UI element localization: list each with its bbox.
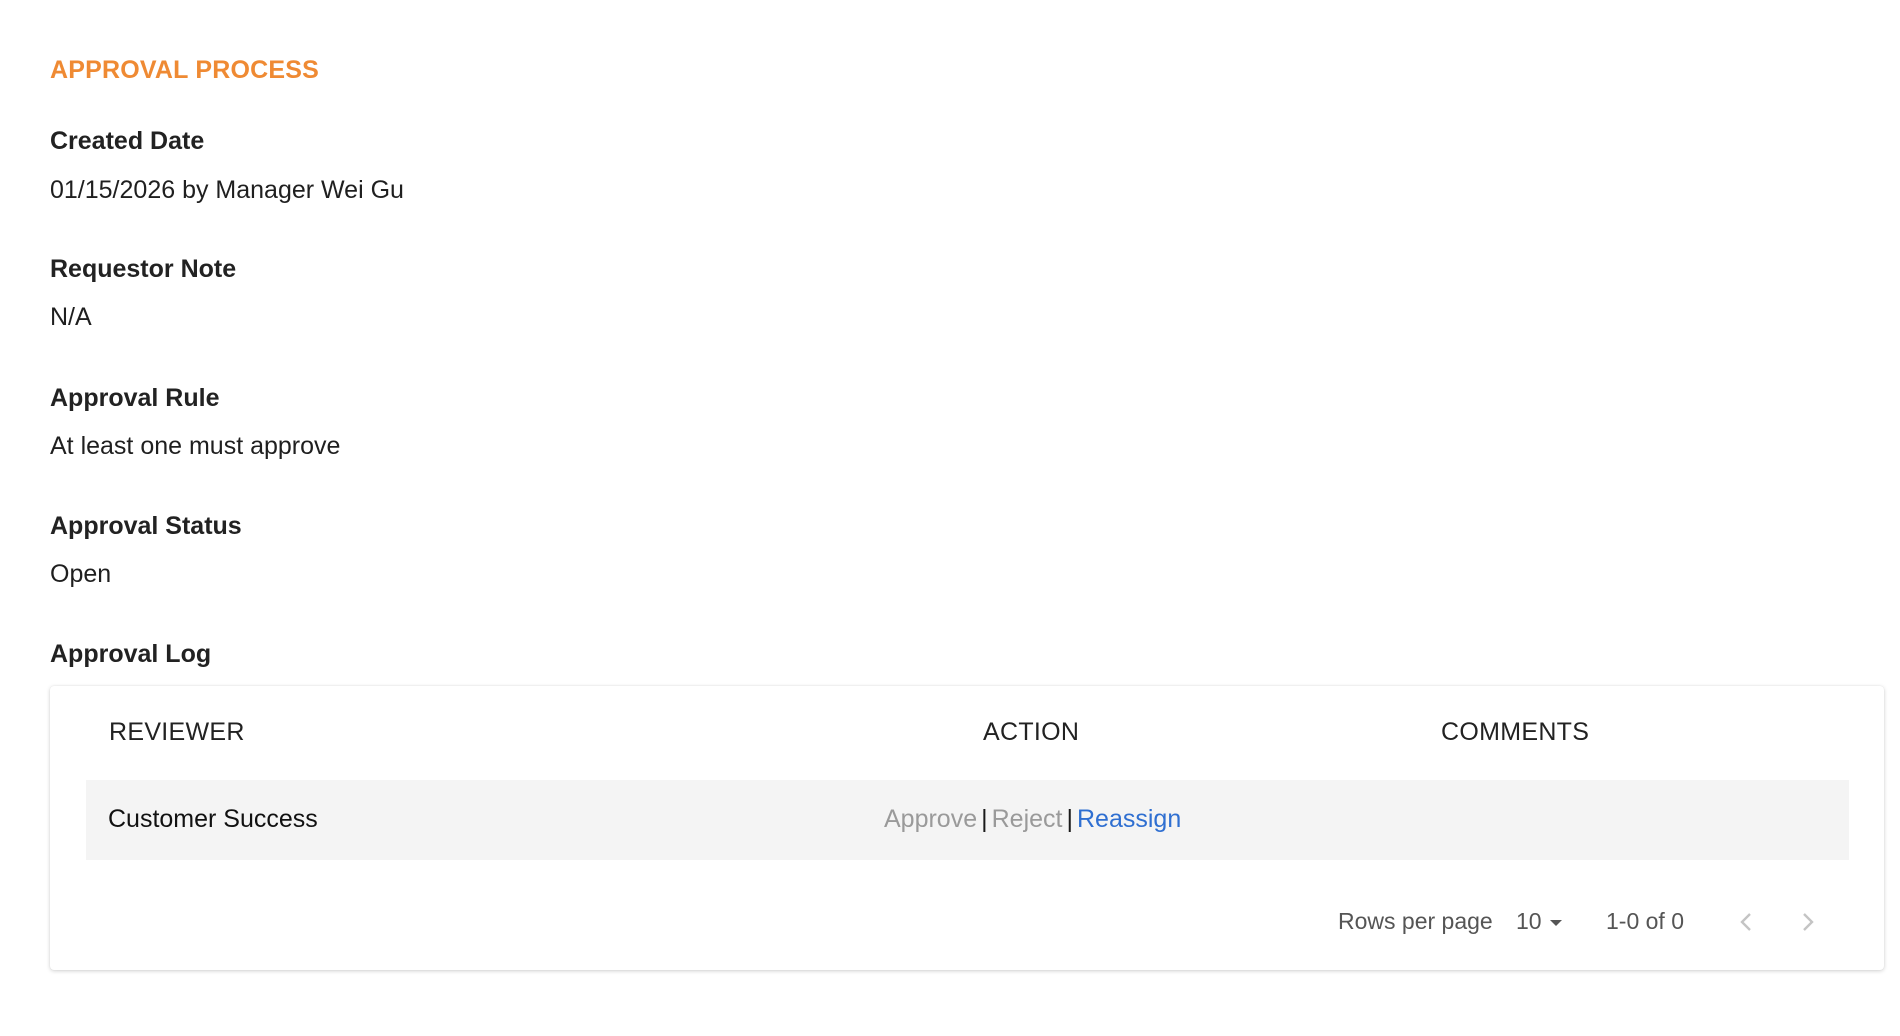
approval-log-label: Approval Log <box>50 640 212 668</box>
caret-down-icon <box>1549 919 1562 926</box>
column-header-comments: COMMENTS <box>1441 718 1590 746</box>
action-cell: Approve | Reject | Reassign <box>884 805 1181 834</box>
reviewer-cell: Customer Success <box>108 805 318 833</box>
chevron-right-icon <box>1803 913 1814 931</box>
approval-status-label: Approval Status <box>50 512 242 540</box>
approval-status-value: Open <box>50 560 112 588</box>
rows-per-page-select[interactable]: 10 <box>1516 908 1562 935</box>
reject-button[interactable]: Reject <box>992 805 1063 833</box>
column-header-reviewer: REVIEWER <box>109 718 245 746</box>
approval-rule-label: Approval Rule <box>50 384 220 412</box>
created-date-label: Created Date <box>50 127 205 155</box>
section-title: APPROVAL PROCESS <box>50 56 319 84</box>
table-row: Customer Success Approve | Reject | Reassign <box>86 780 1849 860</box>
previous-page-button[interactable] <box>1728 904 1764 940</box>
action-separator: | <box>981 805 988 833</box>
approve-button[interactable]: Approve <box>884 805 977 833</box>
rows-per-page-value: 10 <box>1516 908 1542 934</box>
reassign-link[interactable]: Reassign <box>1077 805 1181 833</box>
column-header-action: ACTION <box>983 718 1080 746</box>
approval-process-page: APPROVAL PROCESS Created Date 01/15/2026… <box>0 0 1900 1036</box>
rows-per-page-label: Rows per page <box>1338 908 1493 934</box>
approval-rule-value: At least one must approve <box>50 432 341 460</box>
chevron-left-icon <box>1740 913 1751 931</box>
requestor-note-label: Requestor Note <box>50 255 237 283</box>
pagination-range: 1-0 of 0 <box>1606 908 1684 934</box>
action-separator: | <box>1066 805 1074 833</box>
approval-log-table: REVIEWER ACTION COMMENTS Customer Succes… <box>50 686 1884 970</box>
created-date-value: 01/15/2026 by Manager Wei Gu <box>50 176 404 204</box>
requestor-note-value: N/A <box>50 303 92 331</box>
next-page-button[interactable] <box>1790 904 1826 940</box>
